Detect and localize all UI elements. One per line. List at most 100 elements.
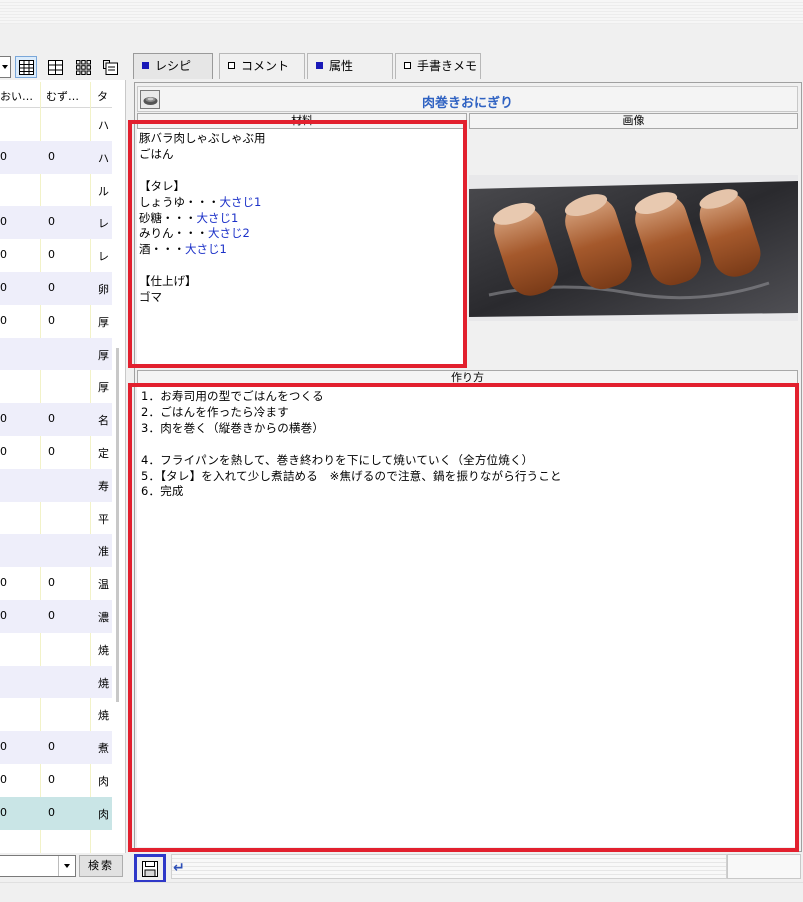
list-header: おい… むず… タ xyxy=(0,82,112,108)
list-cell: 卵 xyxy=(98,282,109,296)
column-header-muzukashisa[interactable]: むず… xyxy=(46,88,86,104)
list-cell: 0 xyxy=(48,149,55,163)
list-row[interactable]: 0 0 肉 xyxy=(0,764,112,797)
view-toolbar xyxy=(0,52,126,80)
list-cell: 焼 xyxy=(98,643,109,657)
list-row[interactable]: 0 0 名 xyxy=(0,403,112,436)
search-dropdown-button[interactable] xyxy=(58,856,75,876)
list-cell: 0 xyxy=(0,149,7,163)
method-step: 2．ごはんを作ったら冷ます xyxy=(141,404,289,419)
save-button[interactable] xyxy=(134,854,166,883)
list-row[interactable]: 焼 xyxy=(0,665,112,699)
list-cell: 平 xyxy=(98,512,109,526)
ingredient-name: 【タレ】 xyxy=(139,178,185,193)
ingredients-textarea[interactable]: 豚バラ肉しゃぶしゃぶ用 ごはん 【タレ】 しょうゆ・・・大さじ1 砂糖・・・大さじ1 み… xyxy=(137,129,467,367)
list-row[interactable]: 0 0 定 xyxy=(0,436,112,469)
thumbnail-view-button[interactable] xyxy=(72,56,94,78)
window-status-strip xyxy=(0,882,803,902)
ingredient-amount: 大さじ1 xyxy=(196,210,239,225)
ingredient-name: ごはん xyxy=(139,146,174,161)
column-header-type[interactable]: タ xyxy=(97,88,111,104)
list-row[interactable]: 厚 xyxy=(0,337,112,371)
dish-icon-button[interactable] xyxy=(140,90,160,109)
details-view-button[interactable] xyxy=(15,56,37,78)
list-cell: 0 xyxy=(0,313,7,327)
list-row[interactable]: 准 xyxy=(0,534,112,568)
search-input[interactable] xyxy=(0,855,76,877)
method-text: 1．お寿司用の型でごはんをつくる 2．ごはんを作ったら冷ます 3．肉を巻く（縦巻きか… xyxy=(141,389,562,500)
list-row[interactable]: 厚 xyxy=(0,370,112,403)
list-row[interactable]: 0 0 温 xyxy=(0,567,112,600)
list-row[interactable]: 焼 xyxy=(0,698,112,731)
list-row[interactable]: 0 0 ハ xyxy=(0,140,112,174)
view-combo[interactable] xyxy=(0,56,11,78)
ingredient-name: しょうゆ・・・ xyxy=(139,194,220,209)
list-cell: 0 xyxy=(0,215,7,229)
ingredient-name: 砂糖・・・ xyxy=(139,210,197,225)
card-view-icon xyxy=(103,60,118,75)
ingredient-name: 【仕上げ】 xyxy=(139,274,197,289)
list-cell: 0 xyxy=(48,740,55,754)
list-row[interactable]: 平 xyxy=(0,502,112,535)
tab-attributes[interactable]: 属性 xyxy=(307,53,393,79)
recipe-list-panel: おい… むず… タ ハ00ハル00レ00レ00卵00厚厚厚00名00定寿平准00… xyxy=(0,52,126,881)
method-step: 5．【タレ】を入れて少し煮詰める ※焦げるので注意、鍋を振りながら行うこと xyxy=(141,468,562,483)
list-row[interactable]: ハ xyxy=(0,108,112,141)
list-cell: 肉 xyxy=(98,807,109,821)
detail-tabs: レシピ コメント 属性 手書きメモ xyxy=(133,53,803,81)
list-row[interactable]: 焼 xyxy=(0,633,112,666)
list-cell: 0 xyxy=(48,248,55,262)
tab-recipe[interactable]: レシピ xyxy=(133,53,213,79)
search-button[interactable]: 検索 xyxy=(79,855,123,877)
list-row[interactable]: 0 0 肉 xyxy=(0,796,112,830)
ingredient-line: 豚バラ肉しゃぶしゃぶ用 xyxy=(139,131,266,147)
dropdown-arrow-icon xyxy=(2,65,8,69)
ingredient-line xyxy=(139,163,266,179)
ingredient-line: ごはん xyxy=(139,147,266,163)
list-view-button[interactable] xyxy=(44,56,66,78)
ingredient-amount: 大さじ1 xyxy=(219,194,262,209)
list-cell: ル xyxy=(98,184,109,198)
list-row[interactable]: 0 0 レ xyxy=(0,239,112,272)
ingredient-line: しょうゆ・・・大さじ1 xyxy=(139,195,266,211)
tab-label: 属性 xyxy=(329,59,354,73)
list-cell: 肉 xyxy=(98,774,109,788)
list-cell: 焼 xyxy=(98,709,109,723)
method-textarea[interactable]: 1．お寿司用の型でごはんをつくる 2．ごはんを作ったら冷ます 3．肉を巻く（縦巻きか… xyxy=(137,387,798,847)
method-step: 4．フライパンを熱して、巻き終わりを下にして焼いていく（全方位焼く） xyxy=(141,452,534,467)
tab-comment[interactable]: コメント xyxy=(219,53,305,79)
list-cell: 温 xyxy=(98,578,109,592)
ingredient-name: ゴマ xyxy=(139,290,162,305)
tab-marker-icon xyxy=(142,62,149,69)
list-cell: 定 xyxy=(98,446,109,460)
recipe-title-bar: 肉巻きおにぎり xyxy=(137,86,798,112)
editor-status-bar: ↵ xyxy=(133,853,803,883)
list-cell: 濃 xyxy=(98,610,109,624)
ingredient-line: 砂糖・・・大さじ1 xyxy=(139,211,266,227)
list-scrollbar[interactable] xyxy=(116,348,119,702)
method-step: 1．お寿司用の型でごはんをつくる xyxy=(141,389,324,403)
tab-handwritten-memo[interactable]: 手書きメモ xyxy=(395,53,481,79)
method-step: 6．完成 xyxy=(141,484,184,499)
title-stripe xyxy=(0,0,803,24)
recipe-photo xyxy=(469,175,798,321)
ingredient-line: 酒・・・大さじ1 xyxy=(139,242,266,258)
list-row[interactable]: 寿 xyxy=(0,468,112,502)
ingredient-line: 【仕上げ】 xyxy=(139,274,266,290)
ingredient-name: 酒・・・ xyxy=(139,242,185,257)
list-row[interactable]: 0 0 レ xyxy=(0,206,112,240)
list-cell: 0 xyxy=(0,772,7,786)
ingredient-name: 豚バラ肉しゃぶしゃぶ用 xyxy=(139,131,266,145)
list-row[interactable]: 0 0 厚 xyxy=(0,305,112,338)
list-cell: 寿 xyxy=(98,479,109,493)
list-row[interactable]: 0 0 卵 xyxy=(0,271,112,305)
recipe-image-area[interactable] xyxy=(469,129,798,367)
card-view-button[interactable] xyxy=(99,56,121,78)
list-row[interactable]: 0 0 濃 xyxy=(0,599,112,633)
list-cell: 0 xyxy=(0,740,7,754)
list-cell: ハ xyxy=(98,151,109,165)
column-header-oishisa[interactable]: おい… xyxy=(0,88,40,104)
list-row[interactable]: ル xyxy=(0,174,112,207)
list-row[interactable]: 0 0 煮 xyxy=(0,731,112,764)
details-grid-icon xyxy=(19,60,34,75)
